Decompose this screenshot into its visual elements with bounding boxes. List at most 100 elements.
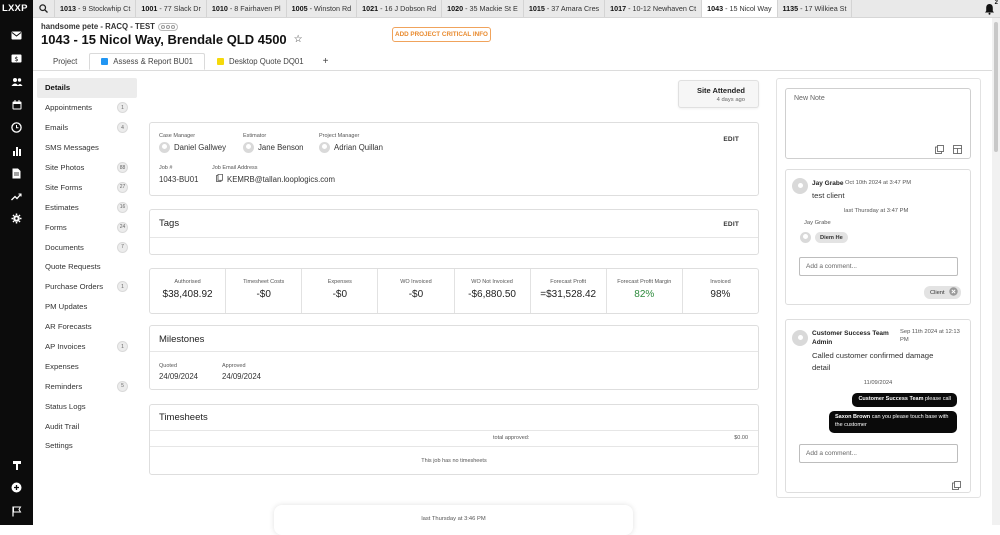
add-tab-button[interactable]: + bbox=[316, 53, 336, 70]
add-tab-plus: + bbox=[322, 56, 329, 67]
client-tag-chip[interactable]: Client bbox=[924, 286, 961, 299]
new-note-input[interactable]: New Note bbox=[785, 88, 971, 159]
sidenav-item-emails[interactable]: Emails 4 bbox=[37, 118, 137, 138]
tab-desktop-quote[interactable]: Desktop Quote DQ01 bbox=[205, 53, 316, 70]
client-line: handsome pete - RACQ - TEST bbox=[41, 22, 178, 31]
sidenav-item-details[interactable]: Details bbox=[37, 78, 137, 98]
sidenav-item-reminders[interactable]: Reminders 5 bbox=[37, 376, 137, 396]
sidenav-label: Forms bbox=[45, 222, 67, 232]
job-tab-1135[interactable]: 1135- 17 Wilkiea St bbox=[778, 0, 853, 17]
stat-value: =$31,528.42 bbox=[540, 289, 597, 300]
job-tab-number: 1015 bbox=[528, 4, 545, 13]
case-manager-label: Case Manager bbox=[159, 133, 196, 139]
sidenav-item-audit-trail[interactable]: Audit Trail bbox=[37, 416, 137, 436]
project-manager[interactable]: Adrian Quillan bbox=[319, 142, 383, 153]
sidenav-item-site-photos[interactable]: Site Photos 88 bbox=[37, 158, 137, 178]
remove-tag-icon[interactable] bbox=[948, 287, 958, 298]
stat-label: Authorised bbox=[174, 279, 201, 285]
tab-assess-report[interactable]: Assess & Report BU01 bbox=[89, 53, 206, 70]
sidenav-item-ar-forecasts[interactable]: AR Forecasts bbox=[37, 317, 137, 337]
favourite-star-icon[interactable]: ☆ bbox=[294, 34, 303, 45]
timesheets-empty: This job has no timesheets bbox=[421, 458, 487, 464]
copy-icon[interactable] bbox=[216, 173, 223, 184]
tab-label: Project bbox=[53, 57, 78, 66]
notification-bell-icon[interactable]: 2 bbox=[984, 0, 998, 16]
sidenav-label: Reminders bbox=[45, 381, 83, 391]
clock-icon[interactable] bbox=[9, 120, 24, 135]
sidenav-item-forms[interactable]: Forms 24 bbox=[37, 217, 137, 237]
note-time: Sep 11th 2024 at 12:13 PM bbox=[900, 329, 960, 343]
attach-file-icon[interactable] bbox=[935, 141, 944, 154]
stat-label: WO Not Invoiced bbox=[471, 279, 513, 285]
document-icon[interactable] bbox=[9, 166, 24, 181]
job-email-label: Job Email Address bbox=[212, 165, 258, 171]
job-tab-1005[interactable]: 1005- Winston Rd bbox=[287, 0, 358, 17]
job-tab-1013[interactable]: 1013- 9 Stockwhip Ct bbox=[55, 0, 137, 17]
search-icon[interactable] bbox=[33, 0, 55, 17]
avatar bbox=[792, 330, 808, 346]
count-badge: 4 bbox=[117, 122, 128, 134]
job-tab-1020[interactable]: 1020- 35 Mackie St E bbox=[442, 0, 524, 17]
dollar-icon[interactable]: $ bbox=[9, 51, 24, 66]
mention-chip[interactable]: Diem He bbox=[815, 232, 848, 243]
stat-label: WO Invoiced bbox=[400, 279, 432, 285]
flag-icon[interactable] bbox=[9, 504, 24, 519]
comment-input[interactable]: Add a comment... bbox=[799, 257, 958, 276]
stat-wo-not-invoiced: WO Not Invoiced -$6,880.50 bbox=[455, 269, 531, 313]
scrollbar-thumb[interactable] bbox=[994, 22, 998, 152]
sidenav-item-quote-requests[interactable]: Quote Requests bbox=[37, 257, 137, 277]
note-text: test client bbox=[812, 191, 845, 200]
count-badge: 24 bbox=[117, 221, 128, 233]
job-tab-1010[interactable]: 1010- 8 Fairhaven Pl bbox=[207, 0, 287, 17]
trend-icon[interactable] bbox=[9, 189, 24, 204]
sidenav-item-estimates[interactable]: Estimates 16 bbox=[37, 197, 137, 217]
client-name: handsome pete - RACQ - TEST bbox=[41, 22, 155, 31]
milestones-divider bbox=[150, 351, 758, 352]
job-tab-label: - 9 Stockwhip Ct bbox=[78, 4, 131, 13]
mail-icon[interactable] bbox=[9, 28, 24, 43]
calendar-icon[interactable] bbox=[9, 97, 24, 112]
job-tab-1015[interactable]: 1015- 37 Amara Cres bbox=[524, 0, 606, 17]
tags-divider bbox=[150, 237, 758, 238]
avatar bbox=[800, 232, 811, 243]
hammer-icon[interactable] bbox=[9, 457, 24, 472]
job-tab-1001[interactable]: 1001- 77 Slack Dr bbox=[136, 0, 207, 17]
attach-file-icon[interactable] bbox=[952, 477, 961, 490]
avatar bbox=[792, 178, 808, 194]
job-tab-1043[interactable]: 1043- 15 Nicol Way bbox=[702, 0, 778, 17]
page-scrollbar[interactable] bbox=[992, 18, 1000, 525]
add-circle-icon[interactable] bbox=[9, 480, 24, 495]
sidenav-item-expenses[interactable]: Expenses bbox=[37, 356, 137, 376]
sidenav-item-purchase-orders[interactable]: Purchase Orders 1 bbox=[37, 277, 137, 297]
sidenav-item-sms[interactable]: SMS Messages bbox=[37, 138, 137, 158]
tab-project[interactable]: Project bbox=[41, 53, 89, 70]
sidenav-label: Documents bbox=[45, 242, 84, 252]
page-title: 1043 - 15 Nicol Way, Brendale QLD 4500 bbox=[41, 32, 287, 47]
avatar bbox=[243, 142, 254, 153]
job-tab-1021[interactable]: 1021- 16 J Dobson Rd bbox=[357, 0, 443, 17]
stat-value: 82% bbox=[634, 289, 655, 300]
case-manager[interactable]: Daniel Gallwey bbox=[159, 142, 226, 153]
sidenav-item-appointments[interactable]: Appointments 1 bbox=[37, 98, 137, 118]
sidenav-item-status-logs[interactable]: Status Logs bbox=[37, 396, 137, 416]
sidenav-item-documents[interactable]: Documents 7 bbox=[37, 237, 137, 257]
edit-tags-button[interactable]: EDIT bbox=[723, 221, 739, 228]
bar-chart-icon[interactable] bbox=[9, 143, 24, 158]
job-tab-number: 1020 bbox=[447, 4, 464, 13]
comment-input[interactable]: Add a comment... bbox=[799, 444, 958, 463]
sidenav-item-site-forms[interactable]: Site Forms 27 bbox=[37, 177, 137, 197]
site-attended-card[interactable]: Site Attended 4 days ago bbox=[678, 80, 759, 108]
people-icon[interactable] bbox=[9, 74, 24, 89]
reply-bubble: Saxon Brown can you please touch base wi… bbox=[829, 411, 957, 433]
sidenav-item-pm-updates[interactable]: PM Updates bbox=[37, 297, 137, 317]
template-icon[interactable] bbox=[953, 141, 962, 154]
sidenav-item-ap-invoices[interactable]: AP Invoices 1 bbox=[37, 337, 137, 357]
reply-text: please call bbox=[925, 396, 951, 402]
add-critical-info-button[interactable]: ADD PROJECT CRITICAL INFO bbox=[392, 27, 491, 42]
job-tab-1017[interactable]: 1017- 10-12 Newhaven Ct bbox=[605, 0, 703, 17]
sidenav-item-settings[interactable]: Settings bbox=[37, 436, 137, 456]
edit-people-button[interactable]: EDIT bbox=[723, 136, 739, 143]
settings-gear-icon[interactable] bbox=[9, 211, 24, 226]
site-attended-time: 4 days ago bbox=[716, 97, 745, 103]
estimator[interactable]: Jane Benson bbox=[243, 142, 304, 153]
